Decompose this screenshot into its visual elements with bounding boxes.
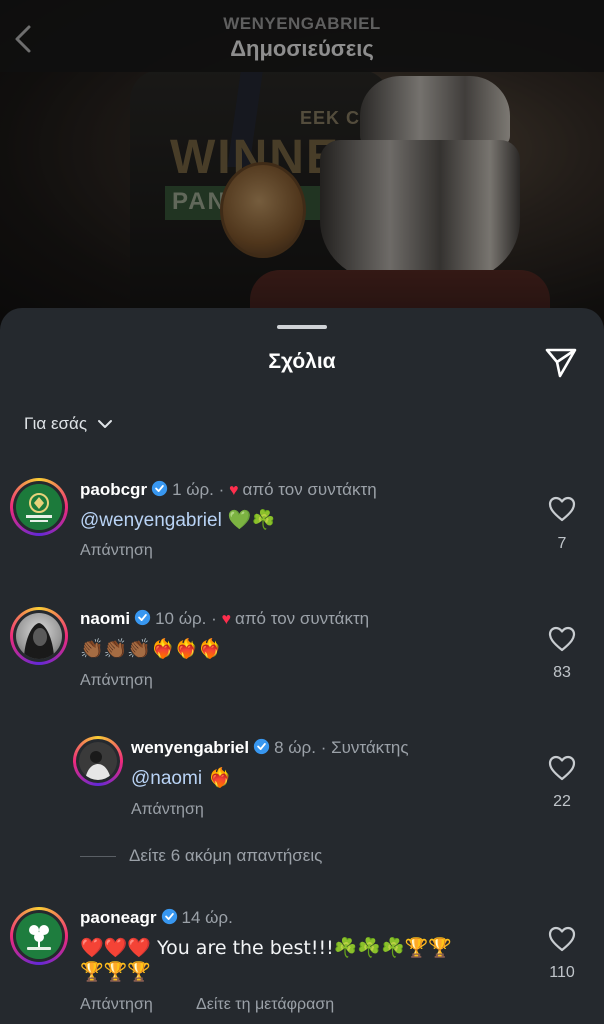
divider [80, 856, 116, 857]
like-count: 110 [549, 964, 575, 981]
page-title: Δημοσιεύσεις [230, 36, 374, 61]
shamrock-logo-icon [16, 913, 62, 959]
reply-button[interactable]: Απάντηση [131, 801, 204, 819]
comment-username[interactable]: naomi [80, 609, 130, 628]
send-icon [545, 348, 577, 378]
see-translation-button[interactable]: Δείτε τη μετάφραση [196, 996, 334, 1014]
author-liked-label: από τον συντάκτη [242, 480, 377, 499]
like-count: 83 [553, 664, 571, 681]
heart-outline-icon [548, 926, 576, 952]
verified-badge-icon [161, 908, 177, 925]
person-photo-icon [79, 742, 117, 780]
comment-time: 14 ώρ. [181, 908, 233, 927]
comment-username[interactable]: paobcgr [80, 480, 147, 499]
like-button[interactable] [547, 926, 577, 957]
reply-button[interactable]: Απάντηση [80, 996, 153, 1014]
author-liked-label: από τον συντάκτη [234, 609, 370, 628]
chevron-down-icon [98, 420, 113, 428]
panathinaikos-logo-icon [16, 484, 62, 530]
avatar[interactable] [10, 607, 68, 665]
comments-sheet: Σχόλια Για εσάς paobcgr 1 ώρ. · ♥ από το… [0, 308, 604, 1024]
reply-button[interactable]: Απάντηση [80, 672, 153, 690]
reply-button[interactable]: Απάντηση [80, 542, 153, 560]
verified-badge-icon [253, 738, 270, 755]
avatar[interactable] [73, 736, 123, 786]
mention-link[interactable]: @naomi [131, 768, 202, 789]
sort-filter-dropdown[interactable]: Για εσάς [24, 414, 113, 434]
avatar[interactable] [10, 907, 68, 965]
filter-label: Για εσάς [24, 414, 88, 433]
comment-text-line-2: 🏆🏆🏆 [80, 961, 151, 983]
heart-outline-icon [548, 626, 576, 652]
comment-time: 8 ώρ. [274, 738, 316, 757]
comment-text: @wenyengabriel 💚☘️ [80, 508, 275, 532]
like-count: 22 [553, 793, 571, 810]
like-count: 7 [557, 535, 567, 552]
comment-time: 10 ώρ. [155, 609, 207, 628]
share-button[interactable] [543, 344, 579, 380]
comment-text: @naomi ❤️‍🔥 [131, 766, 232, 790]
comment-username[interactable]: paoneagr [80, 908, 157, 927]
author-heart-icon: ♥ [229, 482, 239, 499]
mention-link[interactable]: @wenyengabriel [80, 510, 222, 531]
like-button[interactable] [547, 496, 577, 527]
sheet-title: Σχόλια [268, 350, 336, 373]
author-role-label: Συντάκτης [331, 738, 409, 757]
comment-text: 👏🏾👏🏾👏🏾❤️‍🔥❤️‍🔥❤️‍🔥 [80, 638, 222, 660]
drag-handle[interactable] [277, 325, 327, 329]
heart-outline-icon [548, 755, 576, 781]
avatar[interactable] [10, 478, 68, 536]
comment-text-line-1: ❤️❤️❤️ You are the best!!!☘️☘️☘️🏆🏆 [80, 937, 453, 959]
comment-username[interactable]: wenyengabriel [131, 738, 249, 757]
like-button[interactable] [547, 626, 577, 657]
verified-badge-icon [151, 480, 168, 497]
comment-emoji: 💚☘️ [221, 509, 276, 531]
verified-badge-icon [134, 609, 151, 626]
comment-time: 1 ώρ. [172, 480, 214, 499]
heart-outline-icon [548, 496, 576, 522]
profile-username: WENYENGABRIEL [223, 14, 381, 33]
view-more-replies-button[interactable]: Δείτε 6 ακόμη απαντήσεις [129, 846, 322, 866]
top-navigation-bar: WENYENGABRIEL Δημοσιεύσεις [0, 0, 604, 72]
author-heart-icon: ♥ [221, 611, 231, 628]
like-button[interactable] [547, 755, 577, 786]
person-photo-icon [24, 623, 54, 659]
comment-emoji: ❤️‍🔥 [202, 767, 232, 789]
